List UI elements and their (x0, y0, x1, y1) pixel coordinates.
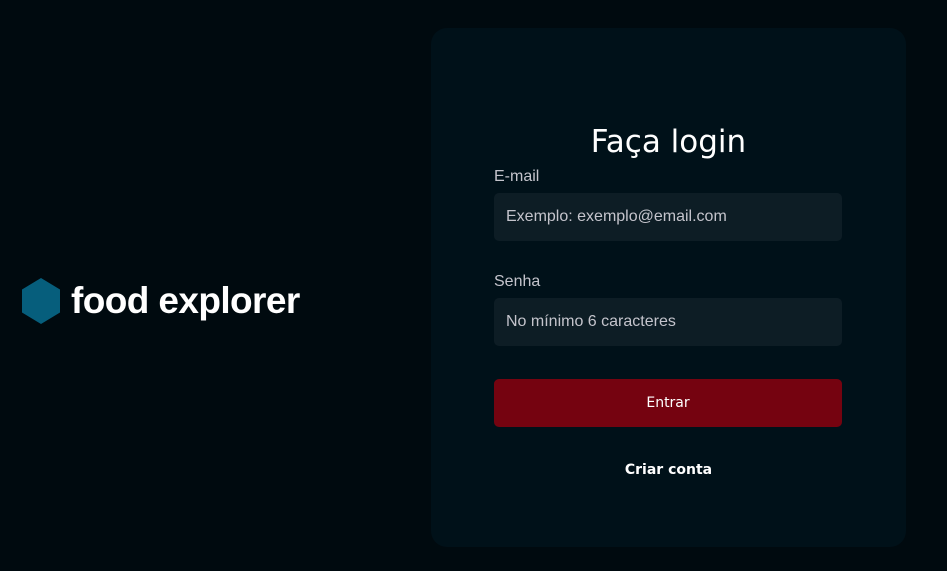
email-label: E-mail (494, 168, 540, 185)
password-label: Senha (494, 273, 541, 290)
create-account-link[interactable]: Criar conta (431, 461, 906, 479)
brand-logo: food explorer (22, 278, 300, 324)
email-field[interactable] (494, 193, 842, 241)
login-card: Faça login E-mail Senha Entrar Criar con… (431, 28, 906, 547)
password-field[interactable] (494, 298, 842, 346)
brand-name: food explorer (71, 280, 300, 321)
hexagon-icon (22, 278, 60, 324)
page-title: Faça login (590, 124, 747, 160)
login-button[interactable]: Entrar (494, 379, 842, 427)
